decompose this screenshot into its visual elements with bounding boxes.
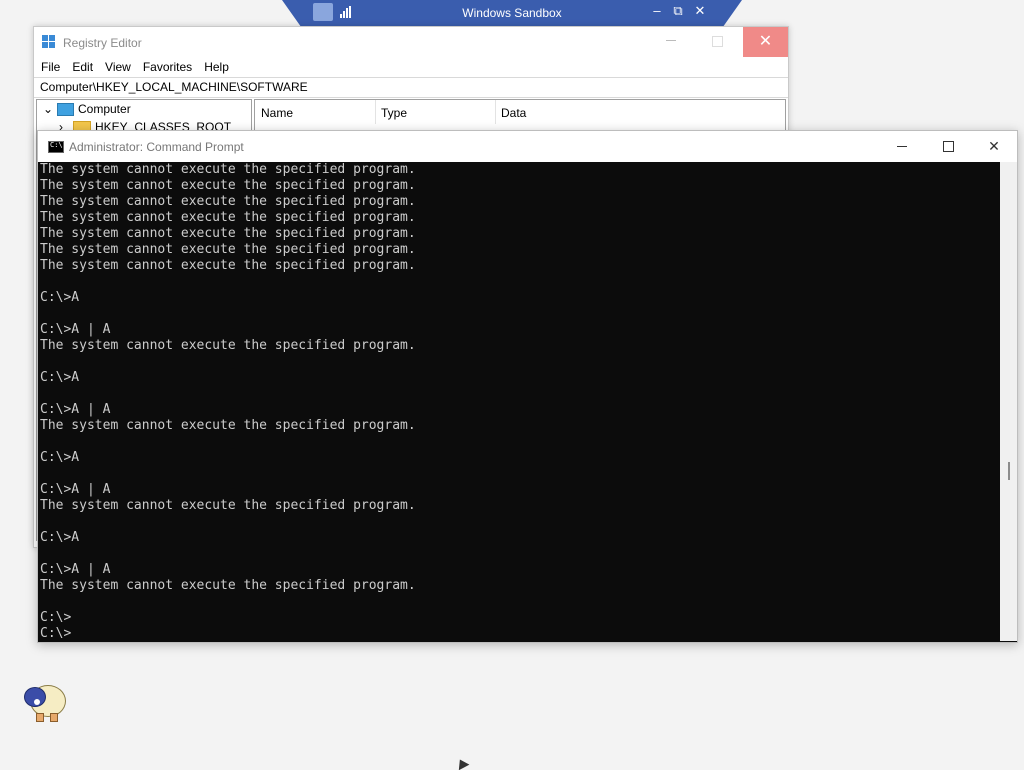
console-line: The system cannot execute the specified … [40, 210, 416, 225]
command-prompt-icon: C:\ [48, 141, 64, 153]
expand-chevron-icon[interactable]: ⌄ [43, 100, 57, 118]
sheep-mascot-icon[interactable] [22, 681, 66, 722]
console-scrollbar[interactable] [1000, 162, 1017, 641]
regedit-title: Registry Editor [63, 36, 142, 50]
console-line: The system cannot execute the specified … [40, 226, 416, 241]
console-line: The system cannot execute the specified … [40, 418, 416, 433]
sandbox-close-button[interactable]: ✕ [691, 3, 709, 19]
console-line: C:\>A | A [40, 562, 111, 577]
console-line: The system cannot execute the specified … [40, 178, 416, 193]
regedit-address-bar[interactable]: Computer\HKEY_LOCAL_MACHINE\SOFTWARE [34, 77, 788, 98]
menu-favorites[interactable]: Favorites [137, 57, 198, 74]
console-line: The system cannot execute the specified … [40, 258, 416, 273]
regedit-title-bar[interactable]: Registry Editor ✕ [34, 27, 788, 57]
console-line: C:\>A [40, 530, 80, 545]
values-column-headers: Name Type Data [255, 100, 785, 124]
command-prompt-window[interactable]: C:\ Administrator: Command Prompt ✕ The … [37, 130, 1018, 643]
registry-editor-icon [42, 35, 56, 49]
regedit-minimize-button[interactable] [666, 40, 676, 41]
console-line: C:\>A | A [40, 402, 111, 417]
console-line: C:\>A | A [40, 322, 111, 337]
regedit-maximize-button[interactable] [712, 36, 723, 47]
menu-edit[interactable]: Edit [66, 57, 99, 74]
console-line: The system cannot execute the specified … [40, 338, 416, 353]
menu-view[interactable]: View [99, 57, 137, 74]
console-line: C:\>A [40, 290, 80, 305]
console-line: The system cannot execute the specified … [40, 242, 416, 257]
console-line: C:\>A [40, 450, 80, 465]
console-line: The system cannot execute the specified … [40, 194, 416, 209]
mouse-pointer-icon [454, 756, 470, 770]
console-line: The system cannot execute the specified … [40, 162, 416, 177]
menu-help[interactable]: Help [198, 57, 235, 74]
sandbox-title-bar: Windows Sandbox – ⧉ ✕ [282, 0, 742, 26]
minimize-icon [897, 146, 907, 147]
console-line: C:\>A | A [40, 482, 111, 497]
sandbox-restore-button[interactable]: ⧉ [669, 3, 687, 19]
sandbox-minimize-button[interactable]: – [648, 3, 666, 18]
column-header-type[interactable]: Type [375, 100, 496, 124]
tree-item-computer[interactable]: ⌄ Computer [37, 100, 251, 118]
menu-file[interactable]: File [34, 57, 66, 74]
tree-item-label: Computer [78, 102, 131, 116]
scrollbar-thumb[interactable] [1008, 462, 1010, 480]
regedit-close-button[interactable]: ✕ [743, 27, 788, 57]
cmd-title: Administrator: Command Prompt [69, 140, 244, 154]
cmd-minimize-button[interactable] [879, 131, 925, 162]
cmd-close-button[interactable]: ✕ [971, 131, 1017, 162]
computer-icon [57, 103, 74, 117]
cmd-title-bar[interactable]: C:\ Administrator: Command Prompt ✕ [38, 131, 1017, 162]
column-header-data[interactable]: Data [495, 100, 785, 124]
regedit-menu-bar: File Edit View Favorites Help [34, 57, 788, 77]
column-header-name[interactable]: Name [255, 100, 376, 124]
maximize-icon [943, 141, 954, 152]
console-line: C:\>A [40, 370, 80, 385]
console-line: The system cannot execute the specified … [40, 498, 416, 513]
console-output[interactable]: The system cannot execute the specified … [40, 162, 999, 641]
console-line: C:\> [40, 626, 72, 641]
console-line: The system cannot execute the specified … [40, 578, 416, 593]
console-line: C:\> [40, 610, 72, 625]
cmd-maximize-button[interactable] [925, 131, 971, 162]
